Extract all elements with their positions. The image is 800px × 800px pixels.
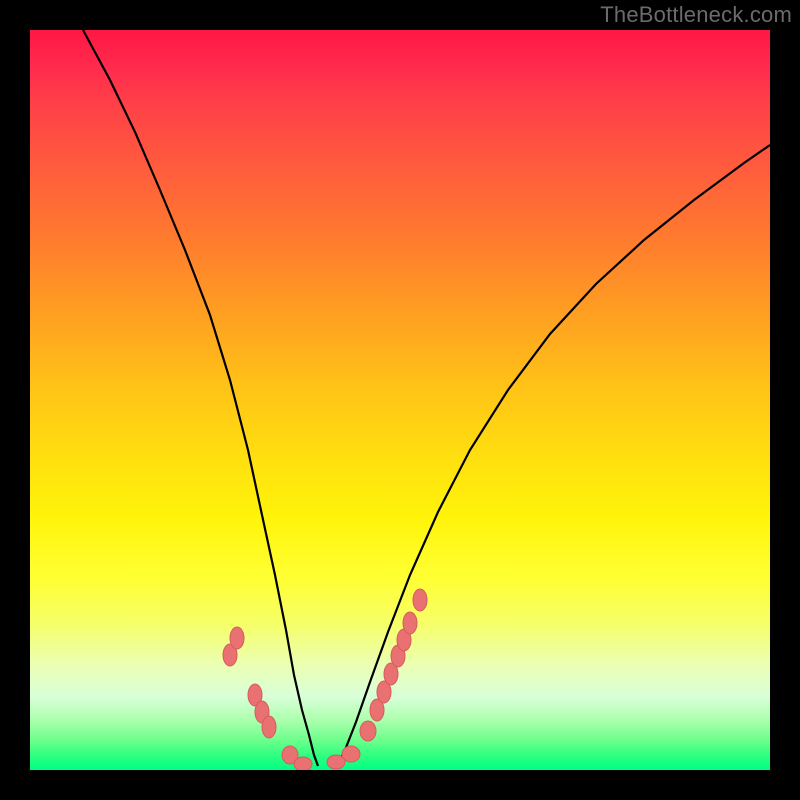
bead-marker: [294, 757, 312, 770]
plot-area: [30, 30, 770, 770]
bead-marker: [413, 589, 427, 611]
bead-marker: [262, 716, 276, 738]
markers-right: [327, 589, 427, 769]
bead-marker: [403, 612, 417, 634]
curve-right-branch: [337, 145, 770, 766]
bead-marker: [360, 721, 376, 741]
bead-marker: [342, 746, 360, 762]
curve-left-branch: [83, 30, 318, 766]
chart-frame: TheBottleneck.com: [0, 0, 800, 800]
bead-marker: [230, 627, 244, 649]
chart-svg: [30, 30, 770, 770]
watermark-text: TheBottleneck.com: [600, 2, 792, 28]
